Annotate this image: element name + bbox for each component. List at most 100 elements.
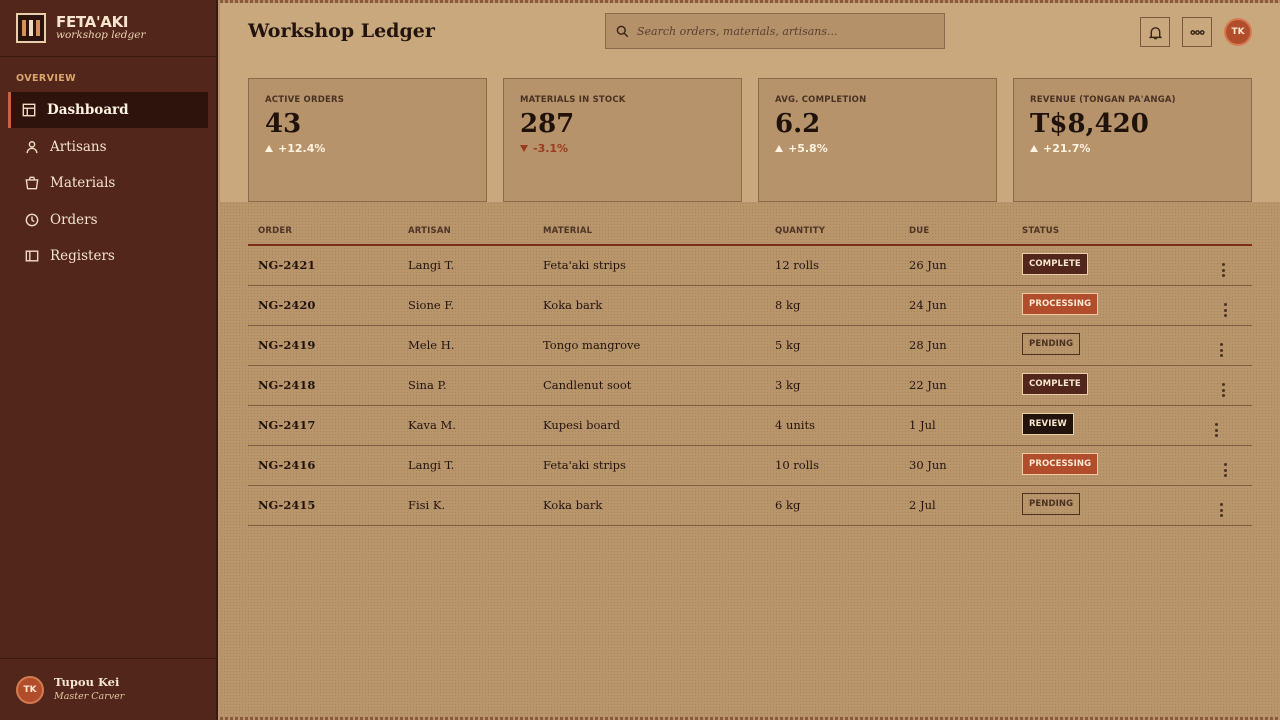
material-name: Feta'aki strips <box>533 245 765 286</box>
order-id[interactable]: NG-2415 <box>248 485 398 526</box>
column-header-artisan[interactable]: ARTISAN <box>398 218 533 246</box>
current-user[interactable]: TK Tupou Kei Master Carver <box>0 658 216 720</box>
brand-subtitle: workshop ledger <box>56 29 146 42</box>
material-name: Tongo mangrove <box>533 325 765 366</box>
status-badge: COMPLETE <box>1022 253 1088 276</box>
column-header-status[interactable]: STATUS <box>1012 218 1252 246</box>
row-menu-icon[interactable] <box>1219 383 1229 397</box>
stat-delta: +21.7% <box>1030 142 1235 155</box>
stat-delta: -3.1% <box>520 142 725 155</box>
status-badge: COMPLETE <box>1022 373 1088 395</box>
status-badge: PROCESSING <box>1022 293 1099 315</box>
order-id[interactable]: NG-2421 <box>248 245 398 286</box>
table-row[interactable]: NG-2419 Mele H. Tongo mangrove 5 kg 28 Jun PE… <box>248 325 1252 366</box>
stat-value: 43 <box>265 109 302 139</box>
trend-up-icon <box>775 145 783 153</box>
page-title: Workshop Ledger <box>248 20 435 42</box>
sidebar-item-label: Dashboard <box>47 102 129 118</box>
status-cell: PROCESSING <box>1012 445 1252 486</box>
brand[interactable]: FETA'AKI workshop ledger <box>0 0 216 57</box>
order-id[interactable]: NG-2419 <box>248 325 398 366</box>
status-badge: PROCESSING <box>1022 453 1099 475</box>
row-menu-icon[interactable] <box>1220 463 1230 477</box>
header: Workshop Ledger TK ACTIVE ORDERS 43 +12.… <box>220 3 1280 202</box>
notifications-button[interactable] <box>1140 17 1170 47</box>
artisan-name: Mele H. <box>398 325 533 366</box>
order-id[interactable]: NG-2418 <box>248 365 398 406</box>
sidebar-item-registers[interactable]: Registers <box>8 238 208 274</box>
order-id[interactable]: NG-2417 <box>248 405 398 446</box>
sidebar-item-dashboard[interactable]: Dashboard <box>8 92 208 128</box>
sidebar-item-materials[interactable]: Materials <box>8 165 208 201</box>
due-date: 28 Jun <box>899 325 1012 366</box>
material-name: Koka bark <box>533 485 765 526</box>
stat-delta-value: +21.7% <box>1043 142 1091 156</box>
user-name: Tupou Kei <box>54 675 120 690</box>
orders-table-area: ORDER ARTISAN MATERIAL QUANTITY DUE STAT… <box>220 202 1280 717</box>
sidebar-item-artisans[interactable]: Artisans <box>8 129 208 165</box>
trend-down-icon <box>520 145 528 153</box>
stat-delta-value: +5.8% <box>788 142 828 156</box>
artisan-name: Kava M. <box>398 405 533 446</box>
trend-up-icon <box>1030 145 1038 153</box>
table-row[interactable]: NG-2418 Sina P. Candlenut soot 3 kg 22 Jun CO… <box>248 365 1252 406</box>
options-icon <box>1189 29 1205 35</box>
sidebar-item-orders[interactable]: Orders <box>8 202 208 238</box>
column-header-due[interactable]: DUE <box>899 218 1012 246</box>
column-header-quantity[interactable]: QUANTITY <box>765 218 899 246</box>
quantity: 3 kg <box>765 365 899 406</box>
stat-card-avg-completion: AVG. COMPLETION 6.2 +5.8% <box>758 78 997 202</box>
sidebar-item-label: Artisans <box>50 138 107 155</box>
quantity: 6 kg <box>765 485 899 526</box>
column-header-material[interactable]: MATERIAL <box>533 218 765 246</box>
stat-value: T$8,420 <box>1030 109 1149 139</box>
register-icon <box>25 250 39 262</box>
sidebar-item-label: Orders <box>50 211 98 228</box>
status-cell: PROCESSING <box>1012 285 1252 326</box>
table-row[interactable]: NG-2415 Fisi K. Koka bark 6 kg 2 Jul PENDING <box>248 485 1252 526</box>
table-row[interactable]: NG-2416 Langi T. Feta'aki strips 10 rolls 30… <box>248 445 1252 486</box>
artisan-name: Sione F. <box>398 285 533 326</box>
row-menu-icon[interactable] <box>1219 263 1229 278</box>
order-id[interactable]: NG-2416 <box>248 445 398 486</box>
brand-name: FETA'AKI <box>56 12 129 31</box>
artisan-name: Sina P. <box>398 365 533 406</box>
status-badge: REVIEW <box>1022 413 1074 435</box>
row-menu-icon[interactable] <box>1220 303 1230 317</box>
material-name: Koka bark <box>533 285 765 326</box>
quantity: 5 kg <box>765 325 899 366</box>
sidebar-item-label: Materials <box>50 175 116 191</box>
column-header-order[interactable]: ORDER <box>248 218 398 246</box>
material-name: Kupesi board <box>533 405 765 446</box>
due-date: 26 Jun <box>899 245 1012 286</box>
stat-label: ACTIVE ORDERS <box>265 95 345 105</box>
sidebar-item-label: Registers <box>50 248 115 264</box>
quantity: 10 rolls <box>765 445 899 486</box>
search-input[interactable] <box>637 24 927 38</box>
row-menu-icon[interactable] <box>1216 343 1226 357</box>
main-content: Workshop Ledger TK ACTIVE ORDERS 43 +12.… <box>220 0 1280 720</box>
stat-card-revenue: REVENUE (TONGAN PA'ANGA) T$8,420 +21.7% <box>1013 78 1252 202</box>
row-menu-icon[interactable] <box>1216 503 1226 517</box>
table-row[interactable]: NG-2417 Kava M. Kupesi board 4 units 1 Jul RE… <box>248 405 1252 446</box>
artisan-name: Langi T. <box>398 245 533 286</box>
header-avatar[interactable]: TK <box>1224 18 1252 46</box>
due-date: 1 Jul <box>899 405 1012 446</box>
status-cell: COMPLETE <box>1012 365 1252 406</box>
stat-label: MATERIALS IN STOCK <box>520 95 626 105</box>
status-badge: PENDING <box>1022 333 1081 355</box>
material-name: Candlenut soot <box>533 365 765 406</box>
table-row[interactable]: NG-2420 Sione F. Koka bark 8 kg 24 Jun PROCES… <box>248 285 1252 326</box>
due-date: 30 Jun <box>899 445 1012 486</box>
brand-logo-icon <box>16 13 46 43</box>
trend-up-icon <box>265 145 273 153</box>
search-icon <box>616 25 629 37</box>
due-date: 22 Jun <box>899 365 1012 406</box>
order-id[interactable]: NG-2420 <box>248 285 398 326</box>
more-options-button[interactable] <box>1182 17 1212 47</box>
search-box[interactable] <box>605 13 945 49</box>
artisan-name: Langi T. <box>398 445 533 486</box>
row-menu-icon[interactable] <box>1212 423 1222 437</box>
table-row[interactable]: NG-2421 Langi T. Feta'aki strips 12 rolls 26… <box>248 245 1252 286</box>
avatar: TK <box>16 675 44 704</box>
